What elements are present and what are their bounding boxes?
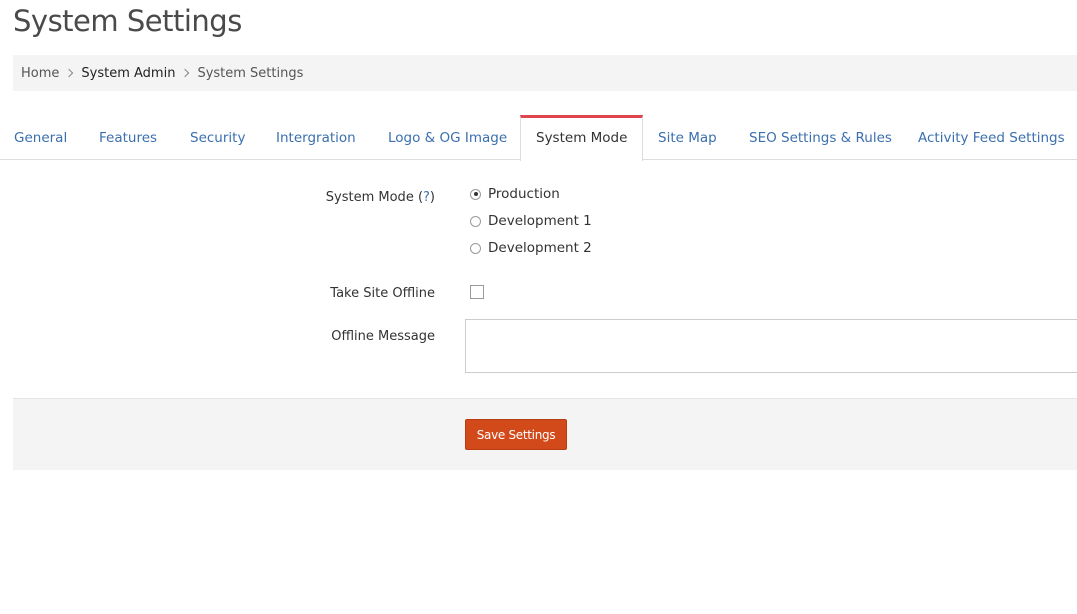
page-title: System Settings [13, 4, 242, 38]
save-settings-button[interactable]: Save Settings [465, 419, 567, 450]
radio-development-2-row[interactable]: Development 2 [470, 240, 592, 256]
tab-general[interactable]: General [14, 115, 67, 159]
tab-features[interactable]: Features [99, 115, 157, 159]
take-site-offline-checkbox[interactable] [470, 285, 484, 299]
settings-tabs: General Features Security Intergration L… [0, 115, 1077, 161]
breadcrumb-home[interactable]: Home [21, 66, 59, 81]
tab-logo-og-image[interactable]: Logo & OG Image [388, 115, 507, 159]
offline-message-textarea[interactable] [465, 319, 1077, 373]
radio-development-2[interactable] [470, 242, 481, 254]
radio-development-1[interactable] [470, 215, 481, 227]
breadcrumb-current: System Settings [197, 65, 304, 81]
radio-development-1-label: Development 1 [488, 213, 592, 229]
tab-intergration[interactable]: Intergration [276, 115, 356, 159]
system-mode-label-end: ) [429, 190, 435, 205]
system-mode-label-text: System Mode ( [325, 190, 424, 205]
radio-production-label: Production [488, 186, 560, 202]
take-site-offline-label: Take Site Offline [330, 286, 435, 301]
radio-production[interactable] [470, 188, 481, 200]
breadcrumb-system-admin[interactable]: System Admin [81, 66, 175, 81]
tab-activity-feed-settings[interactable]: Activity Feed Settings [918, 115, 1065, 159]
radio-production-row[interactable]: Production [470, 186, 560, 202]
breadcrumb: Home System Admin System Settings [13, 55, 1077, 91]
offline-message-label: Offline Message [331, 329, 435, 344]
tab-site-map[interactable]: Site Map [658, 115, 717, 159]
system-mode-label: System Mode (?) [326, 190, 435, 205]
chevron-right-icon [181, 68, 190, 78]
radio-development-1-row[interactable]: Development 1 [470, 213, 592, 229]
tab-system-mode[interactable]: System Mode [520, 115, 644, 161]
help-link[interactable]: ? [423, 190, 430, 205]
tab-seo-settings-rules[interactable]: SEO Settings & Rules [749, 115, 892, 159]
radio-development-2-label: Development 2 [488, 240, 592, 256]
tab-security[interactable]: Security [190, 115, 245, 159]
chevron-right-icon [65, 68, 74, 78]
